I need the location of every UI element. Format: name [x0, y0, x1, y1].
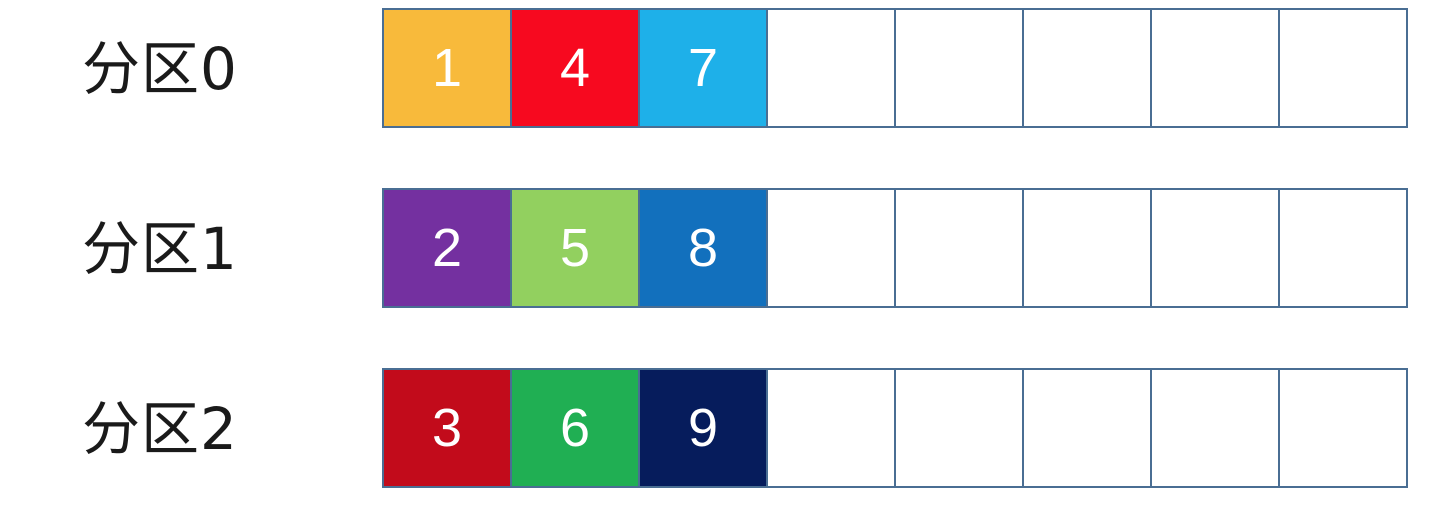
- partition-cell: [1150, 190, 1278, 306]
- partition-cells: 1 4 7: [382, 8, 1408, 128]
- partition-cell: [1278, 370, 1406, 486]
- partition-cell: [1022, 10, 1150, 126]
- partition-label: 分区0: [82, 35, 238, 103]
- partition-label: 分区1: [82, 215, 238, 283]
- partition-cell: 6: [510, 370, 638, 486]
- partition-row-1: 分区1 2 5 8: [0, 188, 1440, 310]
- partition-cells: 2 5 8: [382, 188, 1408, 308]
- partition-cell: [894, 370, 1022, 486]
- partition-cell: [1278, 190, 1406, 306]
- partition-cell: 3: [384, 370, 510, 486]
- partition-label: 分区2: [82, 395, 238, 463]
- partition-cell: [1150, 10, 1278, 126]
- partition-cell: 5: [510, 190, 638, 306]
- partition-cell: 7: [638, 10, 766, 126]
- partition-cell: [894, 190, 1022, 306]
- partition-cell: [766, 10, 894, 126]
- partition-cell: [894, 10, 1022, 126]
- partition-cell: [1278, 10, 1406, 126]
- partition-cell: 2: [384, 190, 510, 306]
- partition-cell: [1150, 370, 1278, 486]
- partition-cell: [766, 190, 894, 306]
- partition-cell: 8: [638, 190, 766, 306]
- partition-row-0: 分区0 1 4 7: [0, 8, 1440, 130]
- partition-cell: [1022, 190, 1150, 306]
- partition-cell: [766, 370, 894, 486]
- partition-cells: 3 6 9: [382, 368, 1408, 488]
- partition-row-2: 分区2 3 6 9: [0, 368, 1440, 490]
- partition-cell: 1: [384, 10, 510, 126]
- partition-cell: 9: [638, 370, 766, 486]
- partition-cell: [1022, 370, 1150, 486]
- partition-cell: 4: [510, 10, 638, 126]
